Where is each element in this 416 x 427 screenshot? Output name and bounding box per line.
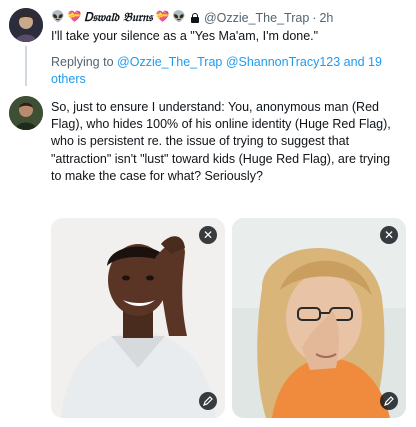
tweet-timestamp[interactable]: 2h (319, 11, 333, 25)
tweet1-text: I'll take your silence as a "Yes Ma'am, … (51, 29, 319, 43)
edit-media-2-button[interactable] (380, 392, 398, 410)
alien-icon: 👽 (51, 11, 65, 23)
remove-media-2-button[interactable]: ✕ (380, 226, 398, 244)
avatar-ozzie[interactable] (9, 8, 43, 42)
confused-man-image (51, 218, 225, 418)
heart-icon: 💝 (67, 11, 82, 23)
edit-media-1-button[interactable] (199, 392, 217, 410)
compose-text[interactable]: So, just to ensure I understand: You, an… (51, 99, 401, 185)
tweet1-header: 👽 💝 Ꭰ𝔰𝔴𝔞𝔩𝔡 𝔅𝔲𝔯𝔫𝔰 💝 👽 @Ozzie_The_Trap · 2… (51, 10, 333, 25)
author-name[interactable]: Ꭰ𝔰𝔴𝔞𝔩𝔡 𝔅𝔲𝔯𝔫𝔰 (84, 10, 152, 25)
author-handle[interactable]: @Ozzie_The_Trap (204, 11, 309, 25)
heart-icon: 💝 (155, 11, 170, 23)
pencil-icon (203, 396, 213, 406)
pencil-icon (384, 396, 394, 406)
thread-connector-line (25, 46, 27, 86)
dot-separator: · (312, 10, 317, 25)
alien-icon: 👽 (172, 11, 186, 23)
avatar-composer[interactable] (9, 96, 43, 130)
media-attachment-1[interactable]: ✕ (51, 218, 225, 418)
replying-to: Replying to @Ozzie_The_Trap @ShannonTrac… (51, 54, 396, 88)
lock-icon (190, 12, 199, 23)
remove-media-1-button[interactable]: ✕ (199, 226, 217, 244)
media-attachment-2[interactable]: ✕ (232, 218, 406, 418)
replying-to-label: Replying to (51, 55, 114, 69)
frustrated-woman-image (232, 218, 406, 418)
